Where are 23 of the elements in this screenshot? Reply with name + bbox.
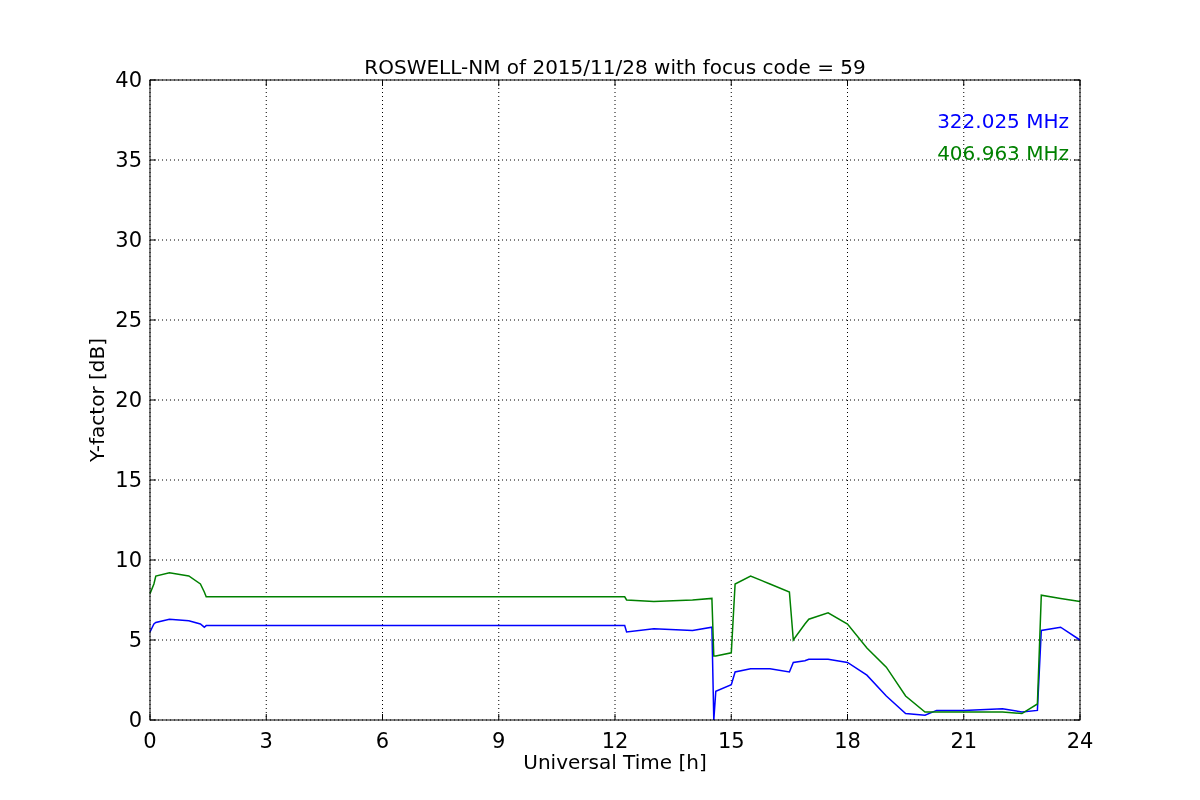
chart-title: ROSWELL-NM of 2015/11/28 with focus code = 59 <box>364 55 866 79</box>
x-tick-label: 12 <box>601 729 629 753</box>
y-tick-label: 20 <box>115 388 142 412</box>
y-tick-label: 0 <box>128 708 142 732</box>
x-tick-label: 15 <box>717 729 745 753</box>
y-tick-label: 25 <box>115 308 142 332</box>
y-tick-label: 5 <box>128 628 142 652</box>
y-tick-label: 30 <box>115 228 142 252</box>
y-tick-label: 35 <box>115 148 142 172</box>
y-tick-label: 15 <box>115 468 142 492</box>
y-tick-label: 10 <box>115 548 142 572</box>
x-tick-label: 9 <box>492 729 506 753</box>
legend-label: 322.025 MHz <box>937 109 1069 133</box>
x-tick-label: 18 <box>834 729 861 753</box>
y-axis-label: Y-factor [dB] <box>85 338 109 462</box>
x-tick-label: 0 <box>143 729 157 753</box>
x-tick-label: 24 <box>1066 729 1094 753</box>
x-tick-label: 21 <box>950 729 978 753</box>
x-axis-label: Universal Time [h] <box>523 750 707 774</box>
y-tick-label: 40 <box>115 68 142 92</box>
x-tick-label: 3 <box>259 729 273 753</box>
x-tick-label: 6 <box>375 729 390 753</box>
legend-label: 406.963 MHz <box>937 141 1069 165</box>
